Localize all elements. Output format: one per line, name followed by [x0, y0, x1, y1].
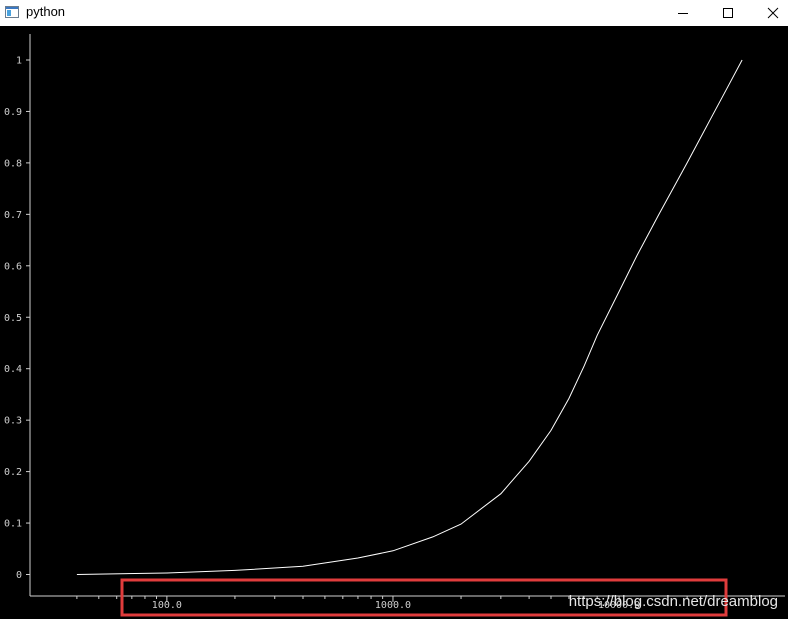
title-bar: python — [0, 0, 788, 26]
y-tick-label: 1 — [16, 56, 22, 67]
maximize-icon — [723, 8, 733, 18]
watermark-text: https://blog.csdn.net/dreamblog — [568, 593, 778, 610]
y-tick-label: 0.2 — [4, 467, 22, 478]
python-window-icon — [5, 6, 19, 18]
y-tick-label: 0.6 — [4, 261, 22, 272]
x-tick-label: 100.0 — [152, 600, 182, 611]
maximize-button[interactable] — [705, 0, 751, 26]
y-tick-label: 0.5 — [4, 313, 22, 324]
y-tick-label: 0.7 — [4, 210, 22, 221]
close-icon — [767, 7, 779, 19]
plot-area[interactable]: 0 0.1 0.2 0.3 0.4 0.5 0.6 0.7 0.8 0.9 1 100.0 1000.0… — [0, 26, 788, 619]
y-tick-label: 0.1 — [4, 519, 22, 530]
y-tick-label: 0.3 — [4, 416, 22, 427]
y-tick-label: 0.9 — [4, 107, 22, 118]
y-tick-label: 0.4 — [4, 364, 22, 375]
close-button[interactable] — [750, 0, 788, 26]
data-series-line — [76, 59, 743, 575]
x-tick-label: 1000.0 — [375, 600, 411, 611]
window-title: python — [26, 4, 66, 19]
line-chart: 0 0.1 0.2 0.3 0.4 0.5 0.6 0.7 0.8 0.9 1 100.0 1000.0… — [4, 34, 785, 611]
minimize-icon — [678, 13, 688, 14]
minimize-button[interactable] — [660, 0, 706, 26]
y-tick-label: 0.8 — [4, 158, 22, 169]
y-tick-label: 0 — [16, 570, 22, 581]
